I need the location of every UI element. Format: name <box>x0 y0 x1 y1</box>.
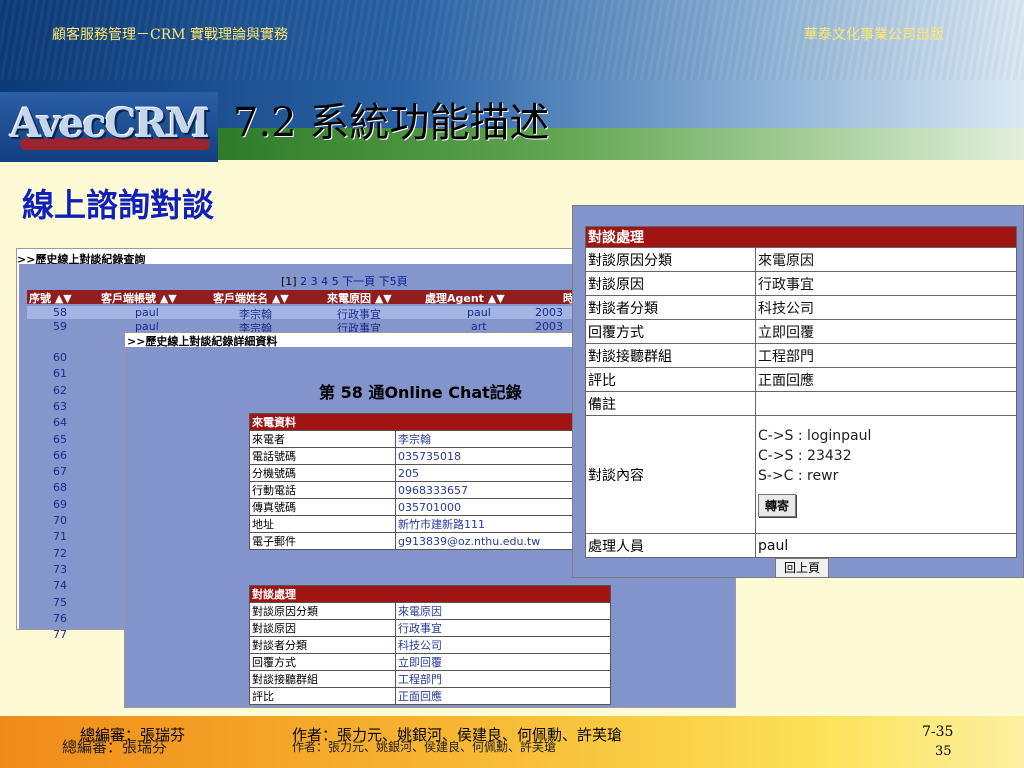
row-number[interactable]: 71 <box>53 530 67 543</box>
chat-record-heading: 第 58 通Online Chat記錄 <box>319 383 522 402</box>
footer-slide-number: 35 <box>935 744 952 759</box>
row-number[interactable]: 63 <box>53 400 67 413</box>
handling-table: 對談處理 對談原因分類 來電原因 對談原因 行政事宜 對談者分類 科技公司 回覆方式立… <box>585 226 1017 558</box>
row-number[interactable]: 67 <box>53 465 67 478</box>
slide-subtitle: 線上諮詢對談 <box>22 186 215 224</box>
row-number[interactable]: 77 <box>53 628 67 641</box>
col-account[interactable]: 客戶端帳號 ▲▼ <box>101 290 177 306</box>
row-number[interactable]: 61 <box>53 367 67 380</box>
footer-editor-shadow: 總編審：張瑞芬 <box>62 738 168 756</box>
detail-handling-header: 對談處理 <box>249 585 611 603</box>
row-number[interactable]: 75 <box>53 596 67 609</box>
row-number[interactable]: 68 <box>53 481 67 494</box>
row-number[interactable]: 76 <box>53 612 67 625</box>
handler-label: 處理人員 <box>585 533 756 558</box>
handling-header: 對談處理 <box>585 226 1017 248</box>
row-number[interactable]: 70 <box>53 514 67 527</box>
pager-links[interactable]: 2 3 4 5 下一頁 下5頁 <box>300 275 407 288</box>
content-label: 對談內容 <box>585 415 756 534</box>
row-number[interactable]: 69 <box>53 498 67 511</box>
pager-current[interactable]: [1] <box>281 275 297 288</box>
footer-authors-shadow: 作者：張力元、姚銀河、侯建良、何佩勳、許芙瑲 <box>292 740 557 754</box>
row-number[interactable]: 66 <box>53 449 67 462</box>
row-number[interactable]: 65 <box>53 433 67 446</box>
col-id[interactable]: 序號 ▲▼ <box>29 290 72 306</box>
avec-crm-logo: AvecCRM <box>10 100 210 147</box>
row-number[interactable]: 64 <box>53 416 67 429</box>
back-button[interactable]: 回上頁 <box>775 558 829 578</box>
caller-info-header: 來電資料 <box>249 413 609 431</box>
row-number[interactable]: 72 <box>53 547 67 560</box>
publisher: 華泰文化事業公司出版 <box>804 27 944 43</box>
row-number[interactable]: 74 <box>53 579 67 592</box>
col-agent[interactable]: 處理Agent ▲▼ <box>425 290 505 306</box>
detail-handling-table: 對談處理 對談原因分類 來電原因 對談原因 行政事宜 對談者分類 科技公司 回覆方式立… <box>249 585 611 705</box>
row-number[interactable]: 73 <box>53 563 67 576</box>
pagination: [1] 2 3 4 5 下一頁 下5頁 <box>281 273 408 289</box>
slide-title: 7.2 系統功能描述 <box>233 100 550 146</box>
row-number[interactable]: 60 <box>53 351 67 364</box>
handler-value: paul <box>755 533 1017 558</box>
col-name[interactable]: 客戶端姓名 ▲▼ <box>213 290 289 306</box>
conversation-content: C->S : loginpaul C->S : 23432 S->C : rew… <box>755 415 1017 534</box>
history-column-header: 序號 ▲▼ 客戶端帳號 ▲▼ 客戶端姓名 ▲▼ 來電原因 ▲▼ 處理Agent … <box>27 290 587 306</box>
book-title: 顧客服務管理－CRM 實戰理論與實務 <box>52 27 289 43</box>
forward-button[interactable]: 轉寄 <box>758 494 797 517</box>
caller-info-table: 來電資料 來電者 李宗翰 電話號碼 035735018 分機號碼 205 行動電話 09… <box>249 413 609 550</box>
footer-page-number: 7-35 <box>922 724 954 740</box>
row-number[interactable]: 62 <box>53 384 67 397</box>
conversation-handling-window: 對談處理 對談原因分類 來電原因 對談原因 行政事宜 對談者分類 科技公司 回覆方式立… <box>572 205 1024 578</box>
col-reason[interactable]: 來電原因 ▲▼ <box>327 290 392 306</box>
table-row[interactable]: 58 paul 李宗翰 行政事宜 paul 2003 <box>27 306 587 321</box>
